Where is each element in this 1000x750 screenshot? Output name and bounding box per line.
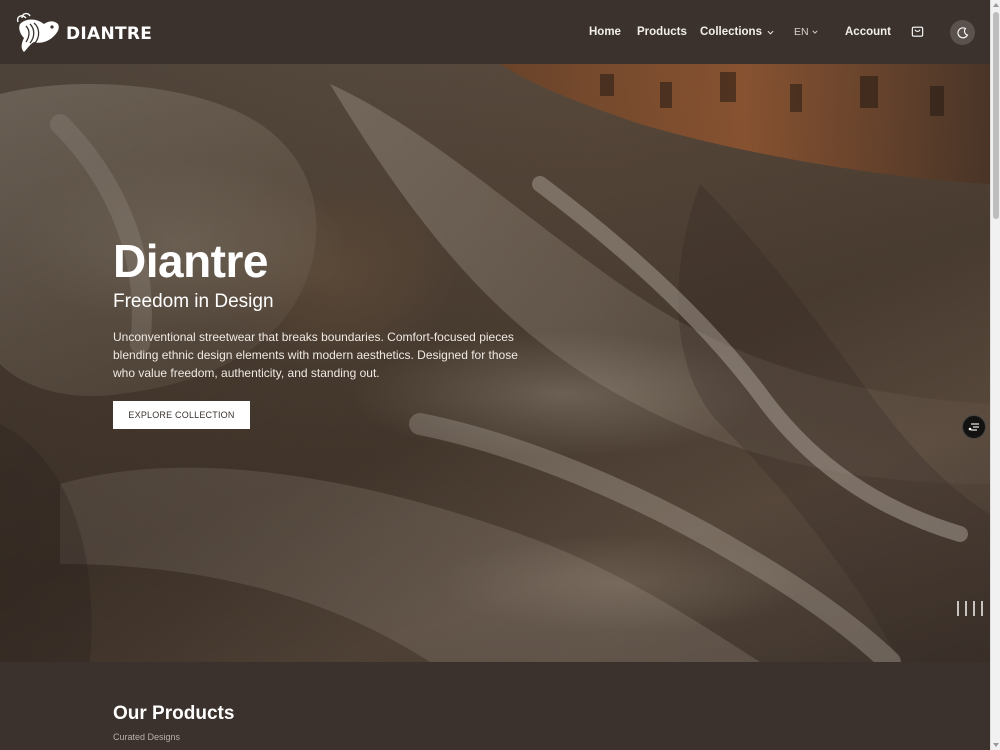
nav-home[interactable]: Home — [589, 26, 621, 38]
hero-subtitle: Freedom in Design — [113, 291, 274, 312]
filter-icon — [968, 423, 979, 431]
hero-banner: Diantre Freedom in Design Unconventional… — [0, 64, 990, 662]
site-header: DIANTRE Home Products Collections EN Acc… — [0, 0, 990, 64]
chevron-down-icon — [812, 30, 818, 34]
products-subtitle: Curated Designs — [113, 732, 181, 742]
brand-name: DIANTRE — [66, 24, 153, 44]
nav-collections[interactable]: Collections — [700, 26, 774, 38]
page-scrollbar[interactable] — [990, 0, 1000, 750]
nav-account[interactable]: Account — [845, 26, 891, 38]
hero-description: Unconventional streetwear that breaks bo… — [113, 330, 518, 380]
slide-indicator[interactable] — [957, 601, 959, 616]
slide-indicator[interactable] — [965, 601, 967, 616]
filter-button[interactable] — [962, 415, 986, 439]
slide-indicator[interactable] — [981, 601, 983, 616]
moon-icon — [956, 26, 968, 38]
language-selector[interactable]: EN — [794, 26, 818, 38]
scroll-up-arrow[interactable] — [993, 3, 999, 7]
nav-collections-label: Collections — [700, 26, 762, 38]
brand-logo[interactable]: DIANTRE — [14, 12, 152, 54]
language-label: EN — [794, 26, 809, 38]
slider-indicators — [957, 601, 983, 616]
chevron-down-icon — [767, 30, 774, 35]
shopping-bag-icon[interactable] — [910, 23, 925, 38]
slide-indicator[interactable] — [973, 601, 975, 616]
hero-title: Diantre — [113, 235, 268, 287]
betta-fish-icon — [16, 12, 59, 52]
nav-products[interactable]: Products — [637, 26, 687, 38]
scroll-down-arrow[interactable] — [993, 743, 999, 747]
explore-collection-button[interactable]: EXPLORE COLLECTION — [113, 401, 250, 429]
products-section: Our Products Curated Designs — [0, 662, 990, 750]
page: DIANTRE Home Products Collections EN Acc… — [0, 0, 990, 750]
scroll-thumb[interactable] — [993, 12, 999, 219]
products-title: Our Products — [113, 703, 235, 724]
theme-toggle-button[interactable] — [950, 20, 975, 45]
